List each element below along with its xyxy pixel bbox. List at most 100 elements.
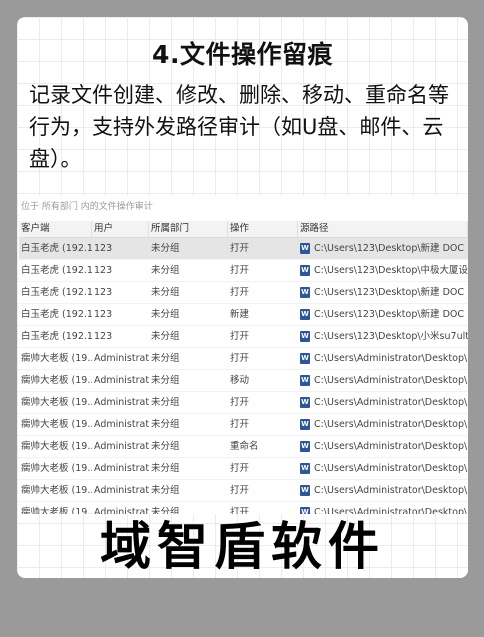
user-cell: Administrat... xyxy=(94,485,149,496)
operation-cell: 打开 xyxy=(230,419,250,430)
user-cell: 123 xyxy=(94,265,113,276)
source-path-text: C:\Users\123\Desktop\新建 DOC ... xyxy=(314,309,468,320)
operation-cell: 打开 xyxy=(230,287,250,298)
word-document-icon: W xyxy=(300,397,310,408)
client-cell: 瘸帅大老板 (19... xyxy=(21,397,92,408)
source-path-text: C:\Users\123\Desktop\中极大厦设... xyxy=(314,265,468,276)
department-cell: 未分组 xyxy=(151,441,180,452)
column-header-client[interactable]: 客户端 xyxy=(19,221,92,237)
word-document-icon: W xyxy=(300,265,310,276)
operation-cell: 打开 xyxy=(230,397,250,408)
column-header-source-path[interactable]: 源路径 xyxy=(298,221,468,237)
table-header: 客户端 用户 所属部门 操作 源路径 xyxy=(19,221,468,238)
table-row[interactable]: 白玉老虎 (192.1...123 未分组 打开 W C:\Users\123\Desk… xyxy=(19,282,468,304)
word-document-icon: W xyxy=(300,419,310,430)
source-path-text: C:\Users\123\Desktop\小米su7ultr... xyxy=(314,331,468,342)
operation-cell: 打开 xyxy=(230,243,250,254)
source-path-cell: W C:\Users\123\Desktop\新建 DOC ... xyxy=(298,304,468,325)
table-row[interactable]: 瘸帅大老板 (19...Administrat...未分组 打开 W C:\Users… xyxy=(19,392,468,414)
source-path-text: C:\Users\Administrator\Desktop\... xyxy=(314,353,468,364)
department-cell: 未分组 xyxy=(151,485,180,496)
table-row[interactable]: 瘸帅大老板 (19...Administrat...未分组 打开 W C:\Users… xyxy=(19,458,468,480)
user-cell: Administrat... xyxy=(94,463,149,474)
operation-cell: 打开 xyxy=(230,463,250,474)
source-path-cell: W C:\Users\Administrator\Desktop\... xyxy=(298,480,468,501)
operation-cell: 打开 xyxy=(230,331,250,342)
client-cell: 瘸帅大老板 (19... xyxy=(21,375,92,386)
table-row[interactable]: 瘸帅大老板 (19...Administrat...未分组 重命名 W C:\User… xyxy=(19,436,468,458)
client-cell: 白玉老虎 (192.1... xyxy=(21,331,92,342)
audit-screenshot: 位于 所有部门 内的文件操作审计 客户端 用户 所属部门 操作 源路径 白玉老虎… xyxy=(19,196,468,514)
department-cell: 未分组 xyxy=(151,463,180,474)
client-cell: 瘸帅大老板 (19... xyxy=(21,419,92,430)
word-document-icon: W xyxy=(300,375,310,386)
section-title: 4.文件操作留痕 xyxy=(152,40,333,69)
source-path-cell: W C:\Users\Administrator\Desktop\... xyxy=(298,348,468,369)
source-path-cell: W C:\Users\Administrator\Desktop\... xyxy=(298,392,468,413)
user-cell: 123 xyxy=(94,309,113,320)
user-cell: Administrat... xyxy=(94,375,149,386)
word-document-icon: W xyxy=(300,441,310,452)
column-header-user[interactable]: 用户 xyxy=(92,221,149,237)
source-path-cell: W C:\Users\123\Desktop\中极大厦设... xyxy=(298,260,468,281)
client-cell: 瘸帅大老板 (19... xyxy=(21,463,92,474)
user-cell: 123 xyxy=(94,243,113,254)
user-cell: 123 xyxy=(94,287,113,298)
table-row[interactable]: 瘸帅大老板 (19...Administrat...未分组 打开 W C:\Users… xyxy=(19,480,468,502)
client-cell: 白玉老虎 (192.1... xyxy=(21,287,92,298)
source-path-cell: W C:\Users\123\Desktop\新建 DOC ... xyxy=(298,282,468,303)
user-cell: Administrat... xyxy=(94,397,149,408)
department-cell: 未分组 xyxy=(151,331,180,342)
client-cell: 白玉老虎 (192.1... xyxy=(21,243,92,254)
department-cell: 未分组 xyxy=(151,419,180,430)
client-cell: 白玉老虎 (192.1... xyxy=(21,309,92,320)
column-header-department[interactable]: 所属部门 xyxy=(149,221,228,237)
word-document-icon: W xyxy=(300,243,310,254)
word-document-icon: W xyxy=(300,353,310,364)
department-cell: 未分组 xyxy=(151,375,180,386)
column-header-operation[interactable]: 操作 xyxy=(228,221,298,237)
user-cell: Administrat... xyxy=(94,419,149,430)
source-path-cell: W C:\Users\Administrator\Desktop\... xyxy=(298,458,468,479)
source-path-cell: W C:\Users\123\Desktop\新建 DOC ... xyxy=(298,238,468,259)
info-card: 4.文件操作留痕 记录文件创建、修改、删除、移动、重命名等行为，支持外发路径审计… xyxy=(17,17,468,578)
source-path-cell: W C:\Users\Administrator\Desktop\... xyxy=(298,370,468,391)
word-document-icon: W xyxy=(300,485,310,496)
client-cell: 瘸帅大老板 (19... xyxy=(21,485,92,496)
operation-cell: 打开 xyxy=(230,485,250,496)
table-row[interactable]: 白玉老虎 (192.1...123 未分组 打开 W C:\Users\123\Desk… xyxy=(19,326,468,348)
source-path-text: C:\Users\Administrator\Desktop\... xyxy=(314,485,468,496)
department-cell: 未分组 xyxy=(151,353,180,364)
department-cell: 未分组 xyxy=(151,397,180,408)
word-document-icon: W xyxy=(300,309,310,320)
table-row[interactable]: 白玉老虎 (192.1...123 未分组 打开 W C:\Users\123\Desk… xyxy=(19,238,468,260)
operation-cell: 新建 xyxy=(230,309,250,320)
user-cell: Administrat... xyxy=(94,441,149,452)
operation-cell: 重命名 xyxy=(230,441,259,452)
table-row[interactable]: 瘸帅大老板 (19...Administrat...未分组 移动 W C:\Users… xyxy=(19,370,468,392)
department-cell: 未分组 xyxy=(151,309,180,320)
source-path-text: C:\Users\Administrator\Desktop\... xyxy=(314,419,468,430)
department-cell: 未分组 xyxy=(151,265,180,276)
word-document-icon: W xyxy=(300,463,310,474)
brand-name: 域智盾软件 xyxy=(99,518,385,577)
table-row[interactable]: 瘸帅大老板 (19...Administrat...未分组 打开 W C:\Users… xyxy=(19,414,468,436)
table-row[interactable]: 白玉老虎 (192.1...123 未分组 新建 W C:\Users\123\Desk… xyxy=(19,304,468,326)
file-audit-table: 客户端 用户 所属部门 操作 源路径 白玉老虎 (192.1...123未分组打… xyxy=(19,221,468,514)
operation-cell: 打开 xyxy=(230,353,250,364)
word-document-icon: W xyxy=(300,287,310,298)
table-row[interactable]: 白玉老虎 (192.1...123 未分组 打开 W C:\Users\123\Desk… xyxy=(19,260,468,282)
source-path-text: C:\Users\123\Desktop\新建 DOC ... xyxy=(314,287,468,298)
source-path-cell: W C:\Users\123\Desktop\小米su7ultr... xyxy=(298,326,468,347)
client-cell: 瘸帅大老板 (19... xyxy=(21,353,92,364)
user-cell: 123 xyxy=(94,331,113,342)
client-cell: 瘸帅大老板 (19... xyxy=(21,441,92,452)
department-cell: 未分组 xyxy=(151,243,180,254)
source-path-text: C:\Users\Administrator\Desktop\... xyxy=(314,463,468,474)
source-path-text: C:\Users\123\Desktop\新建 DOC ... xyxy=(314,243,468,254)
table-row[interactable]: 瘸帅大老板 (19...Administrat...未分组 打开 W C:\Users… xyxy=(19,348,468,370)
source-path-text: C:\Users\Administrator\Desktop\... xyxy=(314,441,468,452)
source-path-text: C:\Users\Administrator\Desktop\... xyxy=(314,397,468,408)
source-path-cell: W C:\Users\Administrator\Desktop\... xyxy=(298,436,468,457)
source-path-text: C:\Users\Administrator\Desktop\... xyxy=(314,375,468,386)
